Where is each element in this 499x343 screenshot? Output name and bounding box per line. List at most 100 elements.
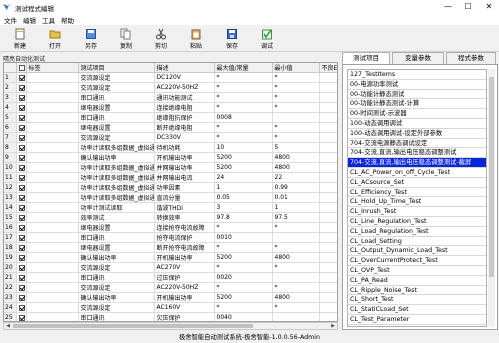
row-checkbox[interactable] [18, 294, 25, 301]
tag-cell[interactable] [26, 172, 79, 183]
min-value-cell[interactable]: * [272, 82, 320, 93]
row-checkbox[interactable] [18, 144, 25, 151]
test-item-cell[interactable]: 确认输出功率 [78, 252, 155, 263]
open-button[interactable]: 打开 [41, 28, 69, 50]
row-checkbox-cell[interactable] [16, 222, 27, 233]
description-cell[interactable]: 待机功耗 [154, 142, 215, 153]
test-item-cell[interactable]: 功率计读取多组数据_虚拟通 [78, 172, 155, 183]
list-item[interactable]: 704-交流,直流,输出电压稳态调整测试-截屏 [348, 158, 486, 168]
test-item-cell[interactable]: 串口通讯 [78, 92, 155, 103]
min-value-cell[interactable]: 5 [272, 142, 320, 153]
description-cell[interactable]: 开机输出功率 [154, 152, 215, 163]
min-value-cell[interactable]: * [272, 72, 320, 83]
max-value-cell[interactable]: * [214, 242, 273, 253]
column-header-description[interactable]: 描述 [154, 63, 215, 73]
row-number[interactable]: 4 [4, 102, 17, 113]
description-cell[interactable]: 转换效率 [154, 212, 215, 223]
list-item[interactable]: 100-动态调用调试-设定外部参数 [348, 129, 486, 139]
table-row[interactable]: 6 继电器设置 断开绝缘电阻 * * [4, 122, 337, 133]
row-checkbox[interactable] [18, 254, 25, 261]
table-row[interactable]: 25 串口通讯 欠压保护 0040 [4, 312, 337, 321]
row-checkbox-cell[interactable] [16, 172, 27, 183]
description-cell[interactable]: 开机输出功率 [154, 292, 215, 303]
table-row[interactable]: 18 继电器设置 断开抢夺电流故障 * * [4, 242, 337, 253]
fail-cell[interactable] [319, 232, 337, 243]
description-cell[interactable]: 抢夺电流保护 [154, 232, 215, 243]
row-checkbox[interactable] [18, 224, 25, 231]
max-value-cell[interactable]: * [214, 72, 273, 83]
row-number[interactable]: 23 [4, 292, 17, 303]
table-row[interactable]: 11 功率计读取多组数据_虚拟通 并网输出电流 24 22 [4, 172, 337, 183]
row-checkbox-cell[interactable] [16, 272, 27, 283]
row-checkbox[interactable] [18, 154, 25, 161]
row-number[interactable]: 2 [4, 82, 17, 93]
description-cell[interactable]: 并网输出电流 [154, 172, 215, 183]
list-item[interactable]: CL_Short_Test [348, 295, 486, 306]
tag-cell[interactable] [26, 302, 79, 313]
row-number[interactable]: 16 [4, 222, 17, 233]
max-value-cell[interactable]: 24 [214, 172, 273, 183]
test-item-cell[interactable]: 功率计读取多组数据_虚拟通 [78, 142, 155, 153]
test-item-cell[interactable]: 串口通讯 [78, 272, 155, 283]
row-checkbox-cell[interactable] [16, 132, 27, 143]
fail-cell[interactable] [319, 302, 337, 313]
max-value-cell[interactable]: * [214, 102, 273, 113]
row-checkbox-cell[interactable] [16, 152, 27, 163]
table-row[interactable]: 12 功率计读取多组数据_虚拟通 功率因素 1 0.99 [4, 182, 337, 193]
max-value-cell[interactable]: 0040 [214, 312, 273, 321]
fail-cell[interactable] [319, 82, 337, 93]
row-checkbox-cell[interactable] [16, 72, 27, 83]
column-header-tag[interactable]: 标签 [26, 63, 79, 73]
tag-cell[interactable] [26, 272, 79, 283]
max-value-cell[interactable]: 97.8 [214, 212, 273, 223]
fail-cell[interactable] [319, 252, 337, 263]
row-number[interactable]: 24 [4, 302, 17, 313]
list-item[interactable]: 00-时间测试-示波器 [348, 109, 486, 119]
row-number[interactable]: 3 [4, 92, 17, 103]
table-row[interactable]: 10 功率计读取多组数据_虚拟通 并网输出功率 5200 4800 [4, 162, 337, 173]
tag-cell[interactable] [26, 152, 79, 163]
max-value-cell[interactable]: * [214, 82, 273, 93]
row-checkbox-cell[interactable] [16, 192, 27, 203]
row-checkbox[interactable] [18, 74, 25, 81]
tag-cell[interactable] [26, 182, 79, 193]
test-item-cell[interactable]: 继电器设置 [78, 222, 155, 233]
min-value-cell[interactable]: 97.5 [272, 212, 320, 223]
description-cell[interactable]: 断开抢夺电流故障 [154, 242, 215, 253]
description-cell[interactable]: 欠压保护 [154, 312, 215, 321]
description-cell[interactable]: 功率因素 [154, 182, 215, 193]
row-checkbox[interactable] [18, 184, 25, 191]
tab-test-items[interactable]: 测试项目 [342, 52, 390, 64]
tag-cell[interactable] [26, 232, 79, 243]
row-checkbox-cell[interactable] [16, 312, 27, 321]
test-item-cell[interactable]: 确认输出功率 [78, 292, 155, 303]
table-row[interactable]: 1 交流源设定 DC120V * * [4, 72, 337, 83]
row-number[interactable]: 12 [4, 182, 17, 193]
tag-cell[interactable] [26, 132, 79, 143]
fail-cell[interactable] [319, 282, 337, 293]
save-button[interactable]: 保存 [218, 28, 246, 50]
row-checkbox[interactable] [18, 264, 25, 271]
table-row[interactable]: 20 交流源设定 AC270V * * [4, 262, 337, 273]
row-checkbox-cell[interactable] [16, 92, 27, 103]
scroll-thumb[interactable] [489, 77, 494, 277]
table-row[interactable]: 13 功率计读取多组数据_虚拟通 直流分量 0.05 0.01 [4, 192, 337, 203]
scroll-left-icon[interactable]: ◀ [4, 323, 12, 329]
tag-cell[interactable] [26, 72, 79, 83]
menu-edit[interactable]: 编辑 [23, 15, 36, 25]
min-value-cell[interactable]: * [272, 222, 320, 233]
test-item-cell[interactable]: 功率计读取多组数据_虚拟通 [78, 162, 155, 173]
table-row[interactable]: 2 交流源设定 AC220V-50HZ * * [4, 82, 337, 93]
tag-cell[interactable] [26, 292, 79, 303]
max-value-cell[interactable]: 5200 [214, 252, 273, 263]
row-checkbox-cell[interactable] [16, 112, 27, 123]
min-value-cell[interactable]: 1 [272, 202, 320, 213]
row-checkbox[interactable] [18, 284, 25, 291]
max-value-cell[interactable]: * [214, 132, 273, 143]
description-cell[interactable]: 绝缘阻抗保护 [154, 112, 215, 123]
min-value-cell[interactable]: * [272, 92, 320, 103]
max-value-cell[interactable]: 10 [214, 142, 273, 153]
test-item-cell[interactable]: 交流源设定 [78, 282, 155, 293]
row-checkbox-cell[interactable] [16, 202, 27, 213]
scroll-thumb[interactable] [13, 324, 253, 328]
